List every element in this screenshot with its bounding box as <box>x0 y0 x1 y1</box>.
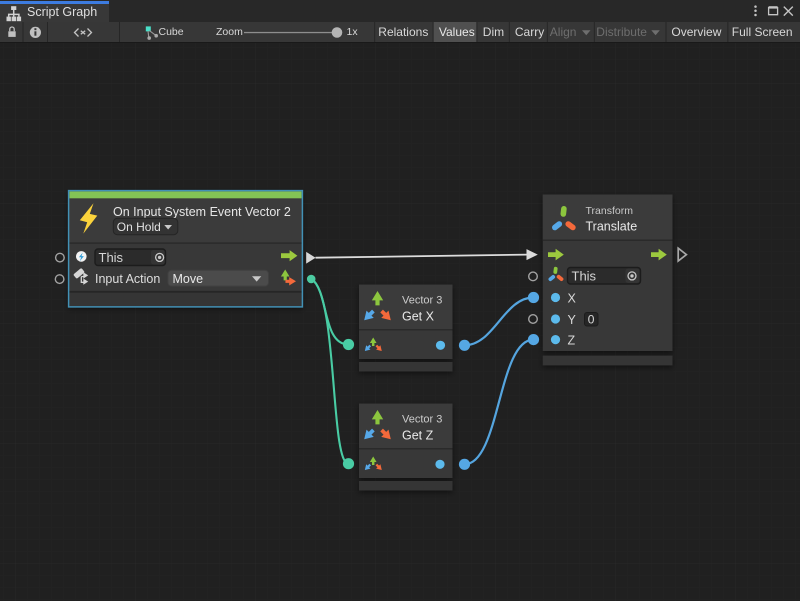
svg-text:Move: Move <box>173 272 204 286</box>
svg-text:Input Action: Input Action <box>95 272 160 286</box>
svg-text:Get X: Get X <box>402 309 435 323</box>
svg-text:This: This <box>99 250 124 265</box>
svg-text:Vector 3: Vector 3 <box>402 294 442 306</box>
svg-text:Translate: Translate <box>586 219 638 233</box>
svg-text:This: This <box>572 269 597 284</box>
svg-text:On Input System Event Vector 2: On Input System Event Vector 2 <box>113 205 291 219</box>
svg-text:Z: Z <box>568 334 576 348</box>
svg-text:Vector 3: Vector 3 <box>402 413 442 425</box>
svg-text:Transform: Transform <box>586 205 634 217</box>
svg-text:X: X <box>568 292 577 306</box>
svg-text:On Hold: On Hold <box>117 220 161 234</box>
svg-text:Get Z: Get Z <box>402 428 434 442</box>
svg-text:Y: Y <box>568 313 577 327</box>
svg-text:0: 0 <box>588 313 595 327</box>
